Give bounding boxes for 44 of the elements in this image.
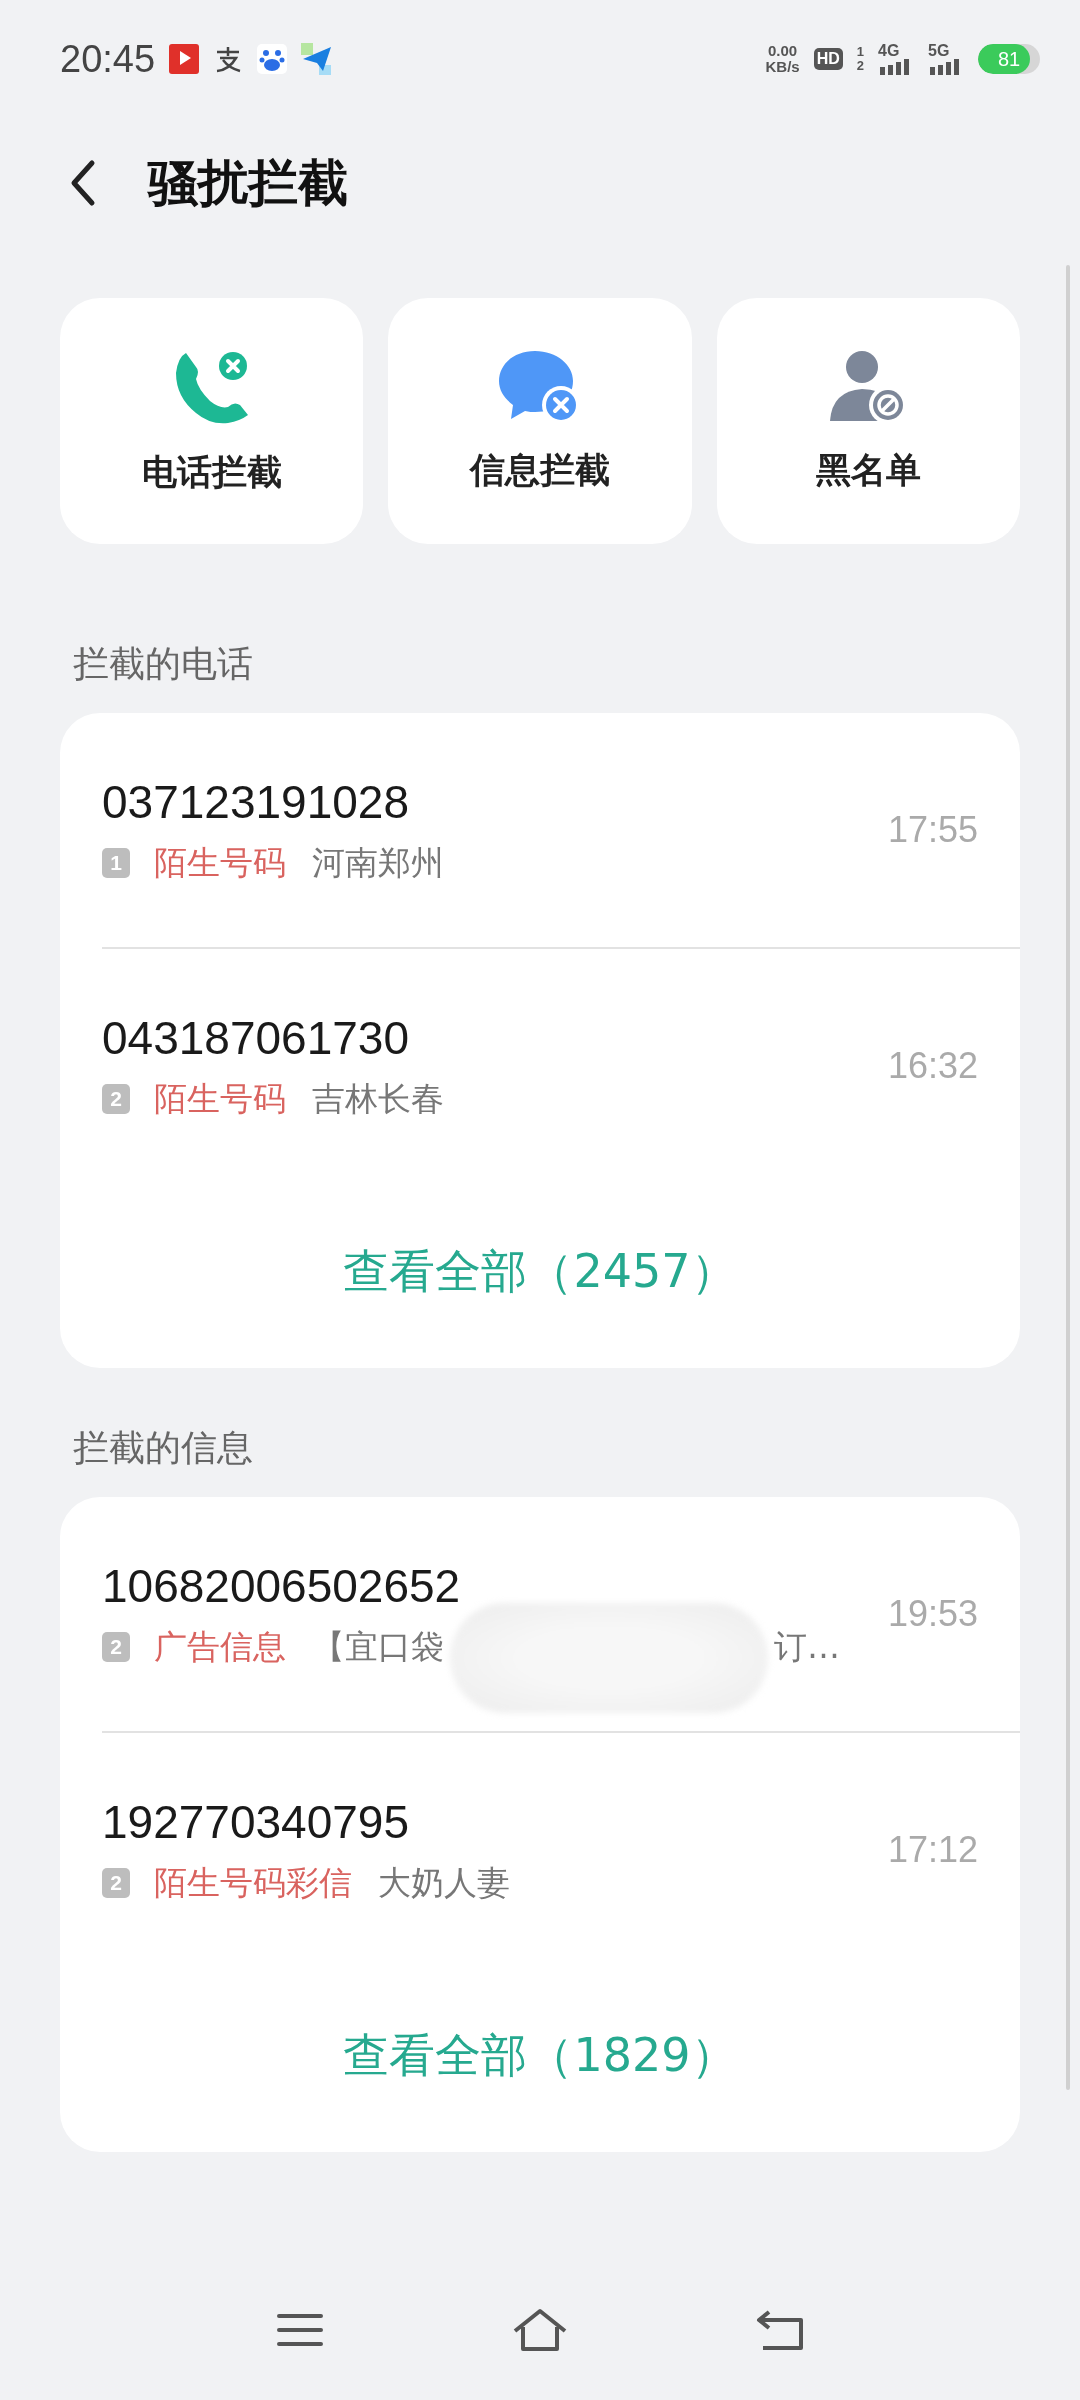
sim-badge: 2 bbox=[102, 1084, 130, 1114]
network-speed: 0.00 KB/s bbox=[765, 43, 800, 75]
shortcut-card[interactable]: 信息拦截 bbox=[388, 298, 692, 544]
blocked-item[interactable]: 192770340795 2 陌生号码彩信 大奶人妻 17:12 bbox=[60, 1733, 1020, 1967]
item-detail: 【宜口袋 bbox=[312, 1625, 444, 1668]
phone-number: 037123191028 bbox=[102, 774, 410, 829]
sim-badge: 2 bbox=[102, 1868, 130, 1898]
item-detail: 河南郑州 bbox=[312, 841, 444, 884]
shortcut-card[interactable]: 黑名单 bbox=[716, 298, 1020, 544]
item-time: 16:32 bbox=[887, 1045, 978, 1087]
sim-badge: 1 bbox=[102, 848, 130, 878]
blocked-item[interactable]: 10682006502652 2 广告信息 【宜口袋 订… 19:53 bbox=[60, 1497, 1020, 1731]
hd-badge: HD bbox=[813, 48, 843, 70]
item-detail: 订… bbox=[774, 1625, 840, 1668]
network-type: 4G bbox=[878, 43, 900, 59]
section-title: 拦截的信息 bbox=[72, 1426, 254, 1470]
sim-indicator: 1 2 bbox=[856, 45, 864, 73]
paper-plane-icon bbox=[301, 43, 334, 75]
blocked-item[interactable]: 037123191028 1 陌生号码 河南郑州 17:55 bbox=[60, 713, 1020, 947]
item-time: 17:12 bbox=[887, 1829, 978, 1871]
return-arrow-icon[interactable] bbox=[755, 2308, 805, 2352]
network-type: 5G bbox=[928, 43, 950, 59]
block-tag: 陌生号码 bbox=[154, 1076, 286, 1122]
block-tag: 陌生号码彩信 bbox=[154, 1860, 352, 1906]
block-tag: 陌生号码 bbox=[154, 840, 286, 886]
item-detail: 大奶人妻 bbox=[378, 1861, 510, 1904]
item-time: 17:55 bbox=[887, 809, 978, 851]
page-title: 骚扰拦截 bbox=[148, 152, 348, 214]
blocked-item[interactable]: 043187061730 2 陌生号码 吉林长春 16:32 bbox=[60, 949, 1020, 1183]
battery-icon: 81 bbox=[978, 44, 1040, 74]
phone-number: 043187061730 bbox=[102, 1010, 410, 1065]
menu-icon[interactable] bbox=[277, 2312, 323, 2348]
paw-app-icon bbox=[257, 44, 288, 74]
section-title: 拦截的电话 bbox=[72, 642, 254, 686]
home-icon[interactable] bbox=[511, 2307, 569, 2353]
item-time: 19:53 bbox=[887, 1593, 978, 1635]
video-app-icon bbox=[169, 44, 200, 74]
item-detail: 吉林长春 bbox=[312, 1077, 444, 1120]
sim-badge: 2 bbox=[102, 1632, 130, 1662]
block-tag: 广告信息 bbox=[154, 1624, 286, 1670]
status-time: 20:45 bbox=[60, 37, 156, 81]
phone-number: 10682006502652 bbox=[102, 1558, 462, 1613]
phone-number: 192770340795 bbox=[102, 1794, 410, 1849]
shortcut-card[interactable]: 电话拦截 bbox=[60, 298, 364, 544]
